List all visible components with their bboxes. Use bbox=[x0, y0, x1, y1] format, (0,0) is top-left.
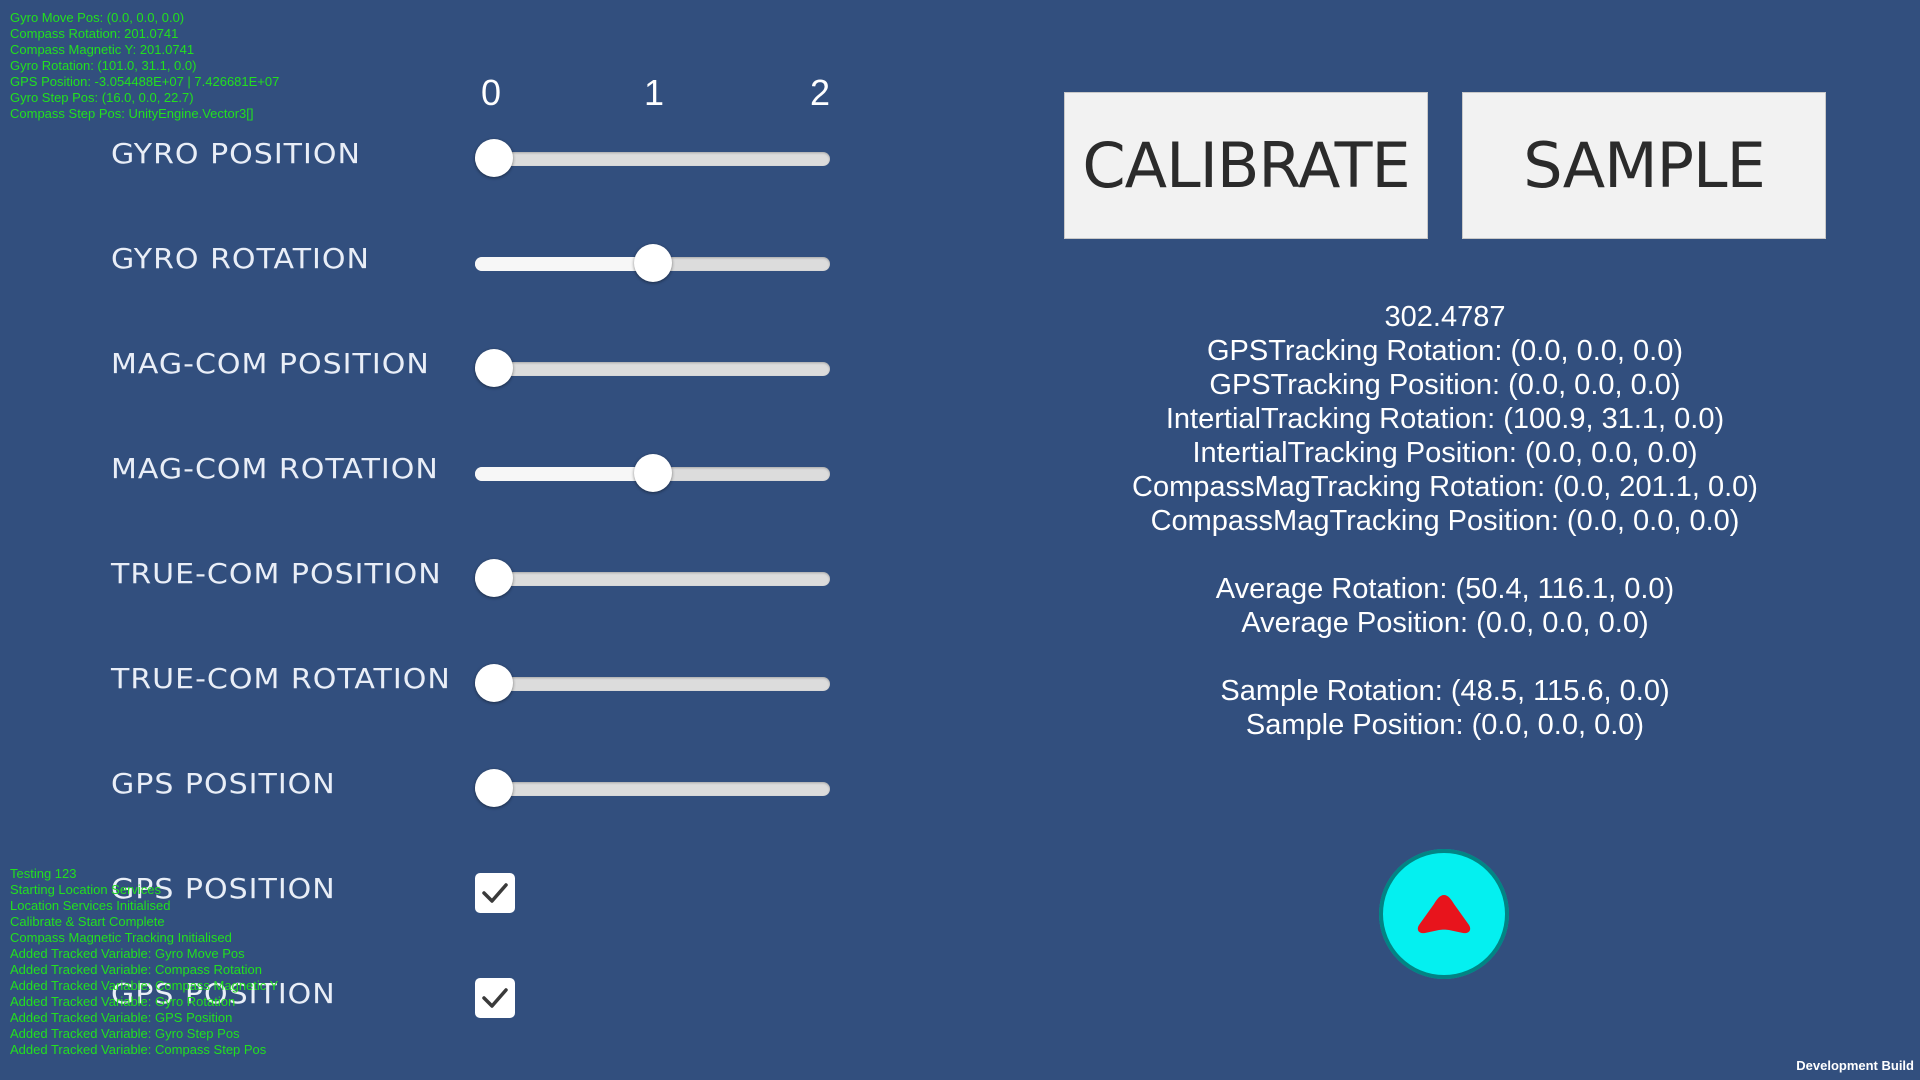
scale-label-2: 2 bbox=[810, 72, 831, 113]
debug-line: Compass Magnetic Y: 201.0741 bbox=[10, 42, 195, 57]
mag-com-rotation-slider[interactable] bbox=[475, 454, 830, 492]
slider-thumb[interactable] bbox=[633, 244, 672, 282]
scale-label-0: 0 bbox=[481, 72, 502, 113]
slider-track bbox=[475, 572, 830, 586]
debug-line: Gyro Rotation: (101.0, 31.1, 0.0) bbox=[10, 58, 197, 73]
slider-thumb[interactable] bbox=[475, 139, 513, 177]
gps-position-checkbox[interactable] bbox=[475, 873, 515, 913]
slider-thumb[interactable] bbox=[475, 559, 513, 597]
debug-variables-log: Gyro Move Pos: (0.0, 0.0, 0.0) Compass R… bbox=[10, 10, 279, 122]
compass-mag-tracking-rotation: CompassMagTracking Rotation: (0.0, 201.1… bbox=[1132, 471, 1758, 503]
mag-com-position-slider[interactable] bbox=[475, 349, 830, 387]
calibrate-button[interactable]: CALIBRATE bbox=[1064, 92, 1428, 239]
slider-thumb[interactable] bbox=[633, 454, 672, 492]
tracker-label-mag-com-rotation: MAG-COM ROTATION bbox=[111, 453, 439, 486]
debug-line: Compass Rotation: 201.0741 bbox=[10, 26, 179, 41]
tracker-label-gps-position: GPS POSITION bbox=[111, 768, 336, 801]
slider-track bbox=[475, 152, 830, 166]
checkmark-icon bbox=[482, 988, 508, 1008]
true-com-rotation-slider[interactable] bbox=[475, 664, 830, 702]
debug-line: Starting Location Services bbox=[10, 882, 162, 897]
debug-line: Compass Magnetic Tracking Initialised bbox=[10, 930, 232, 945]
gps-tracking-position: GPSTracking Position: (0.0, 0.0, 0.0) bbox=[1209, 369, 1681, 401]
development-build-label: Development Build bbox=[1796, 1058, 1914, 1073]
sample-position: Sample Position: (0.0, 0.0, 0.0) bbox=[1245, 709, 1645, 741]
slider-thumb[interactable] bbox=[475, 349, 513, 387]
debug-line: Added Tracked Variable: Gyro Step Pos bbox=[10, 1026, 240, 1041]
debug-line: Calibrate & Start Complete bbox=[10, 914, 165, 929]
gps-position-checkbox-2[interactable] bbox=[475, 978, 515, 1018]
average-rotation: Average Rotation: (50.4, 116.1, 0.0) bbox=[1215, 573, 1675, 605]
tracker-label-gyro-rotation: GYRO ROTATION bbox=[111, 243, 370, 276]
slider-fill bbox=[475, 257, 653, 271]
debug-line: Gyro Move Pos: (0.0, 0.0, 0.0) bbox=[10, 10, 185, 25]
compass-mag-tracking-position: CompassMagTracking Position: (0.0, 0.0, … bbox=[1150, 505, 1740, 537]
gyro-position-slider[interactable] bbox=[475, 139, 830, 177]
inertial-tracking-rotation: IntertialTracking Rotation: (100.9, 31.1… bbox=[1165, 403, 1725, 435]
slider-thumb[interactable] bbox=[475, 664, 513, 702]
debug-line: Added Tracked Variable: Compass Rotation bbox=[10, 962, 262, 977]
tracker-label-mag-com-position: MAG-COM POSITION bbox=[111, 348, 430, 381]
gps-position-slider[interactable] bbox=[475, 769, 830, 807]
gyro-rotation-slider[interactable] bbox=[475, 244, 830, 282]
slider-fill bbox=[475, 467, 653, 481]
slider-track bbox=[475, 362, 830, 376]
average-position: Average Position: (0.0, 0.0, 0.0) bbox=[1241, 607, 1649, 639]
tracking-info-panel: 302.4787 GPSTracking Rotation: (0.0, 0.0… bbox=[1060, 300, 1830, 742]
slider-thumb[interactable] bbox=[475, 769, 513, 807]
gps-tracking-rotation: GPSTracking Rotation: (0.0, 0.0, 0.0) bbox=[1206, 335, 1684, 367]
debug-line: Location Services Initialised bbox=[10, 898, 171, 913]
debug-line: Compass Step Pos: UnityEngine.Vector3[] bbox=[10, 106, 254, 121]
direction-arrow-button[interactable] bbox=[1379, 849, 1509, 979]
debug-line: Added Tracked Variable: Compass Magnetic… bbox=[10, 978, 279, 993]
true-com-position-slider[interactable] bbox=[475, 559, 830, 597]
checkmark-icon bbox=[482, 883, 508, 903]
slider-track bbox=[475, 677, 830, 691]
heading-value: 302.4787 bbox=[1384, 301, 1506, 333]
tracker-label-true-com-rotation: TRUE-COM ROTATION bbox=[111, 663, 451, 696]
debug-line: Added Tracked Variable: Compass Step Pos bbox=[10, 1042, 267, 1057]
sample-rotation: Sample Rotation: (48.5, 115.6, 0.0) bbox=[1220, 675, 1670, 707]
tracker-label-true-com-position: TRUE-COM POSITION bbox=[111, 558, 442, 591]
debug-line: GPS Position: -3.054488E+07 | 7.426681E+… bbox=[10, 74, 280, 89]
tracker-label-gyro-position: GYRO POSITION bbox=[111, 138, 361, 171]
debug-line: Testing 123 bbox=[10, 866, 77, 881]
debug-line: Added Tracked Variable: Gyro Move Pos bbox=[10, 946, 245, 961]
scale-label-1: 1 bbox=[644, 72, 665, 113]
sample-button[interactable]: SAMPLE bbox=[1462, 92, 1826, 239]
debug-line: Gyro Step Pos: (16.0, 0.0, 22.7) bbox=[10, 90, 194, 105]
debug-event-log: Testing 123 Starting Location Services L… bbox=[10, 866, 278, 1058]
slider-track bbox=[475, 782, 830, 796]
debug-line: Added Tracked Variable: GPS Position bbox=[10, 1010, 233, 1025]
inertial-tracking-position: IntertialTracking Position: (0.0, 0.0, 0… bbox=[1192, 437, 1698, 469]
app-screen: Gyro Move Pos: (0.0, 0.0, 0.0) Compass R… bbox=[0, 0, 1920, 1080]
debug-line: Added Tracked Variable: Gyro Rotation bbox=[10, 994, 236, 1009]
red-arrow-up-icon bbox=[1417, 895, 1471, 934]
